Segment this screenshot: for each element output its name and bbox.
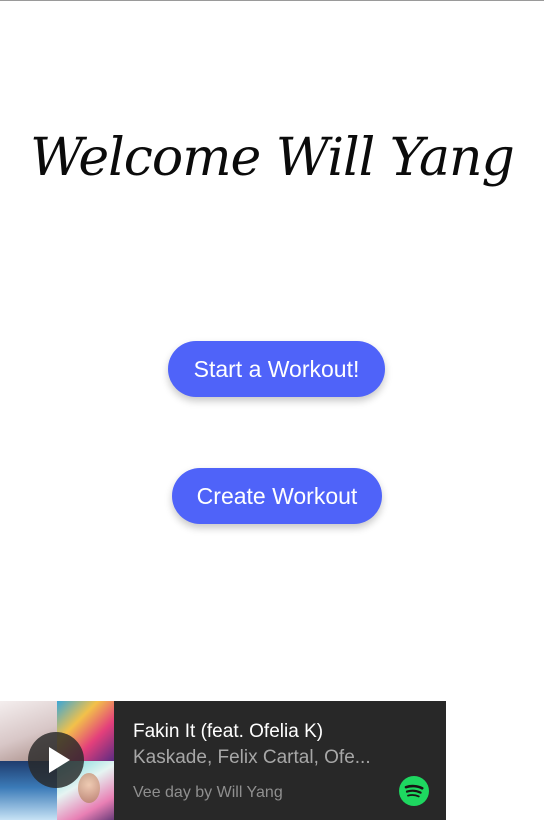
welcome-heading: Welcome Will Yang — [30, 128, 515, 188]
play-button[interactable] — [28, 732, 84, 788]
create-workout-label: Create Workout — [196, 482, 358, 509]
start-workout-label: Start a Workout! — [193, 355, 360, 382]
play-icon — [49, 747, 70, 773]
top-divider — [0, 0, 544, 1]
create-workout-button[interactable]: Create Workout — [172, 468, 382, 524]
playlist-owner-line: Vee day by Will Yang — [133, 784, 283, 801]
track-title: Fakin It (feat. Ofelia K) — [133, 721, 324, 742]
start-workout-button[interactable]: Start a Workout! — [168, 341, 385, 397]
track-artists: Kaskade, Felix Cartal, Ofe... — [133, 747, 371, 768]
spotify-player-widget[interactable]: Fakin It (feat. Ofelia K) Kaskade, Felix… — [0, 701, 446, 820]
spotify-icon[interactable] — [399, 776, 429, 806]
